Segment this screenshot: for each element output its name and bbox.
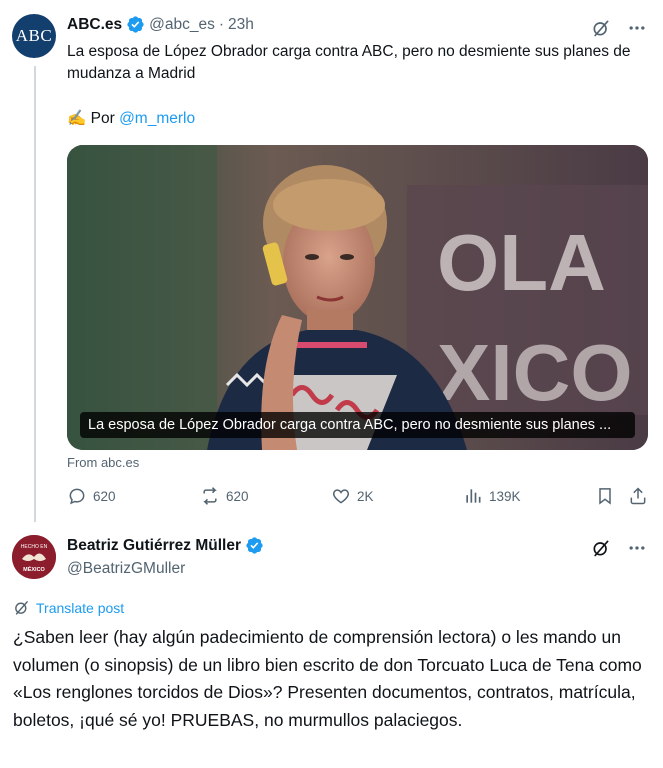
link-card[interactable]: OLA XICO La esposa de López Obrador carg… [67, 145, 648, 450]
views-count: 139K [489, 488, 521, 504]
tweet-actions: 620 620 2K 139K [67, 486, 648, 510]
thread-connector-line [34, 66, 36, 522]
repost-count: 620 [226, 488, 249, 504]
translate-icon [15, 601, 28, 615]
avatar-logo-text: ABC [15, 26, 53, 45]
reply-icon [69, 488, 85, 505]
tweet-header: ABC.es @abc_es · 23h [67, 15, 254, 34]
translate-label: Translate post [36, 599, 125, 616]
like-button[interactable]: 2K [331, 486, 374, 506]
share-icon [630, 487, 646, 505]
hecho-en-mexico-logo: HECHO EN MÉXICO [12, 535, 56, 579]
views-icon [466, 489, 481, 503]
author-handle[interactable]: @BeatrizGMuller [67, 560, 185, 578]
avatar-logo-text-bottom: MÉXICO [23, 565, 45, 573]
reply-button[interactable]: 620 [67, 486, 116, 506]
avatar-logo-text-top: HECHO EN [21, 544, 48, 550]
verified-badge-icon [246, 537, 263, 554]
more-icon[interactable] [627, 538, 647, 558]
separator-dot: · [218, 15, 225, 33]
author-name[interactable]: ABC.es [67, 16, 122, 34]
byline: ✍️ Por @m_merlo [67, 108, 195, 130]
abc-avatar[interactable]: ABC [12, 14, 56, 58]
background-sign-text: OLA [437, 218, 606, 307]
tweet-text: La esposa de López Obrador carga contra … [67, 43, 631, 82]
main-tweet-text: ¿Saben leer (hay algún padecimiento de c… [13, 627, 642, 730]
card-caption: La esposa de López Obrador carga contra … [80, 412, 635, 438]
translate-post-link[interactable]: Translate post [13, 599, 124, 616]
card-photo: OLA XICO [67, 145, 648, 450]
main-tweet-header: Beatriz Gutiérrez Müller [67, 536, 264, 555]
author-name[interactable]: Beatriz Gutiérrez Müller [67, 537, 241, 555]
share-button[interactable] [628, 486, 648, 506]
bookmark-icon [599, 488, 611, 505]
like-count: 2K [357, 488, 374, 504]
mention-link[interactable]: @m_merlo [119, 110, 195, 127]
verified-badge-icon [127, 16, 144, 33]
repost-icon [203, 487, 217, 505]
main-tweet-top-actions [591, 538, 647, 558]
bookmark-button[interactable] [595, 486, 615, 506]
repost-button[interactable]: 620 [200, 486, 249, 506]
timestamp[interactable]: 23h [228, 16, 254, 34]
more-icon[interactable] [627, 18, 647, 38]
grok-icon[interactable] [591, 18, 611, 38]
byline-prefix: Por [90, 110, 115, 127]
card-source[interactable]: From abc.es [67, 455, 139, 470]
views-button[interactable]: 139K [463, 486, 521, 506]
reply-count: 620 [93, 488, 116, 504]
background-sign-text-2: XICO [437, 328, 633, 417]
beatriz-avatar[interactable]: HECHO EN MÉXICO [12, 535, 56, 579]
like-icon [332, 489, 350, 504]
grok-icon[interactable] [591, 538, 611, 558]
tweet-top-actions [591, 18, 647, 38]
author-handle[interactable]: @abc_es [149, 16, 215, 34]
writing-hand-icon: ✍️ [67, 110, 87, 127]
